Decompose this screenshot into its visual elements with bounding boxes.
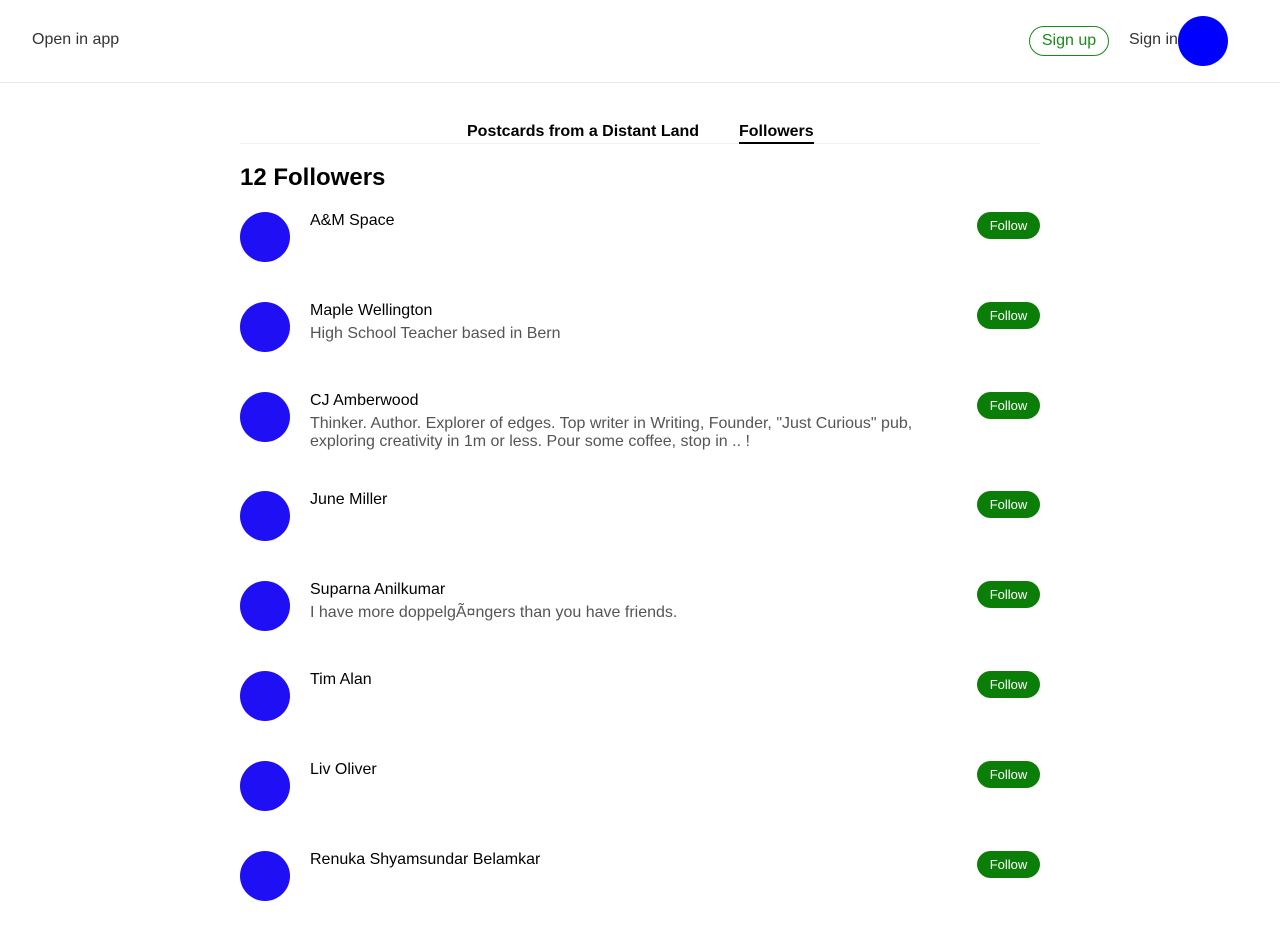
follower-name[interactable]: CJ Amberwood: [310, 392, 950, 410]
avatar[interactable]: [240, 392, 290, 442]
follow-button[interactable]: Follow: [977, 392, 1040, 419]
follower-bio: Thinker. Author. Explorer of edges. Top …: [310, 415, 913, 450]
follow-button[interactable]: Follow: [977, 671, 1040, 698]
tab-publication[interactable]: Postcards from a Distant Land: [467, 123, 699, 141]
follow-button[interactable]: Follow: [977, 212, 1040, 239]
avatar[interactable]: [240, 491, 290, 541]
list-item: A&M Space Follow: [240, 212, 1040, 262]
list-item: Suparna Anilkumar I have more doppelgÃ¤n…: [240, 581, 1040, 631]
avatar[interactable]: [240, 761, 290, 811]
avatar[interactable]: [240, 302, 290, 352]
list-item: June Miller Follow: [240, 491, 1040, 541]
followers-list: A&M Space Follow Maple Wellington High S…: [240, 212, 1040, 941]
list-item: Maple Wellington High School Teacher bas…: [240, 302, 1040, 352]
tab-bar: Postcards from a Distant Land Followers: [240, 114, 1040, 144]
tab-followers[interactable]: Followers: [739, 123, 814, 144]
follower-name[interactable]: Suparna Anilkumar: [310, 581, 950, 599]
list-item: Liv Oliver Follow: [240, 761, 1040, 811]
user-avatar[interactable]: [1178, 16, 1228, 66]
follow-button[interactable]: Follow: [977, 302, 1040, 329]
follower-name[interactable]: Renuka Shyamsundar Belamkar: [310, 851, 950, 869]
followers-count-heading: 12 Followers: [240, 164, 386, 191]
top-bar: Open in app Sign up Sign in: [0, 0, 1280, 83]
follower-bio: High School Teacher based in Bern: [310, 325, 561, 342]
avatar[interactable]: [240, 581, 290, 631]
follow-button[interactable]: Follow: [977, 851, 1040, 878]
follow-button[interactable]: Follow: [977, 581, 1040, 608]
follower-bio: I have more doppelgÃ¤ngers than you have…: [310, 604, 678, 621]
follow-button[interactable]: Follow: [977, 491, 1040, 518]
follower-name[interactable]: Liv Oliver: [310, 761, 950, 779]
list-item: Renuka Shyamsundar Belamkar Follow: [240, 851, 1040, 901]
avatar[interactable]: [240, 851, 290, 901]
sign-in-link[interactable]: Sign in: [1129, 31, 1178, 49]
list-item: Tim Alan Follow: [240, 671, 1040, 721]
avatar[interactable]: [240, 671, 290, 721]
avatar[interactable]: [240, 212, 290, 262]
sign-up-button[interactable]: Sign up: [1029, 26, 1109, 56]
follower-name[interactable]: Maple Wellington: [310, 302, 950, 320]
follow-button[interactable]: Follow: [977, 761, 1040, 788]
open-in-app-link[interactable]: Open in app: [32, 31, 119, 49]
list-item: CJ Amberwood Thinker. Author. Explorer o…: [240, 392, 1040, 451]
follower-name[interactable]: Tim Alan: [310, 671, 950, 689]
follower-name[interactable]: A&M Space: [310, 212, 950, 230]
follower-name[interactable]: June Miller: [310, 491, 950, 509]
